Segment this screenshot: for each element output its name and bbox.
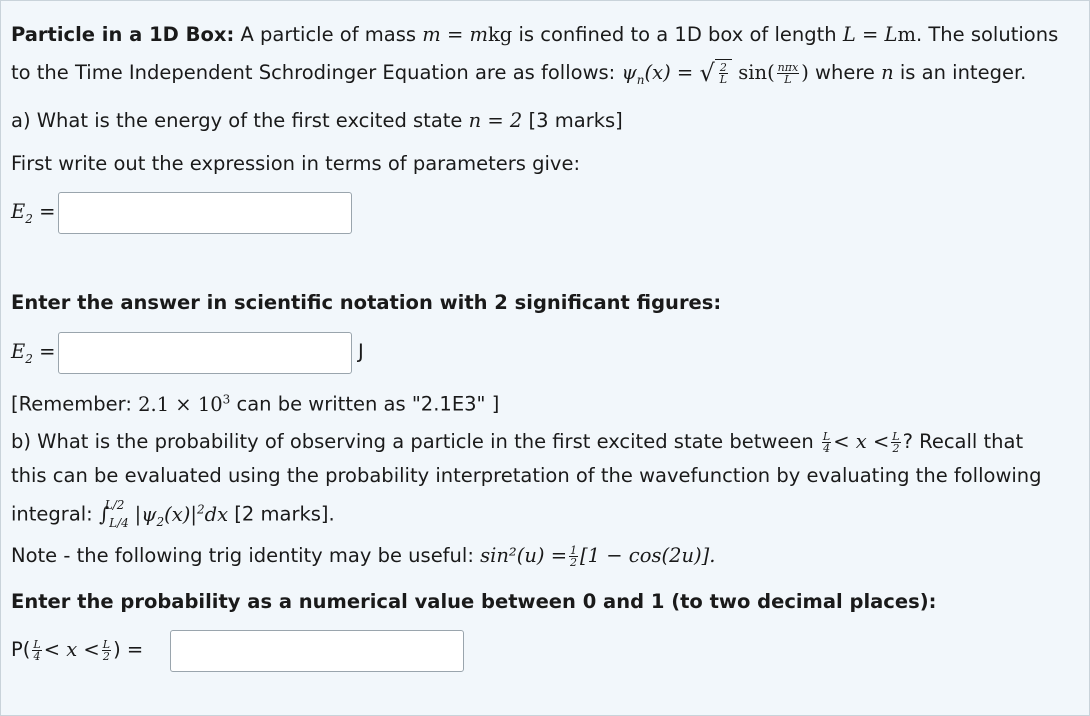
reminder-note: [Remember: 2.1 × 103 can be written as "…: [11, 386, 499, 418]
energy-answer-input[interactable]: [58, 332, 352, 374]
probability-instruction: Enter the probability as a numerical val…: [11, 589, 936, 615]
prob-label-post: ) =: [113, 638, 144, 661]
integral-expression: ∫L/4L/2 |ψ2(x)|2dx: [98, 498, 229, 531]
L-over-2-fraction: L2: [101, 638, 112, 663]
part-a-instruction: First write out the expression in terms …: [11, 152, 581, 175]
sin-function: sin(: [732, 61, 775, 84]
intro-text-1: A particle of mass: [240, 23, 417, 46]
part-b-integral-line: integral: ∫L/4L/2 |ψ2(x)|2dx [2 marks].: [11, 496, 335, 534]
reminder-post: can be written as "2.1E3" ]: [236, 392, 500, 416]
sqrt-icon: √: [699, 59, 715, 87]
expression-answer-input[interactable]: [58, 192, 352, 234]
less-than-x: < x <: [833, 430, 890, 453]
n-equals-2: n = 2: [468, 109, 523, 132]
intro-text-4: to the Time Independent Schrodinger Equa…: [11, 61, 616, 84]
intro-text-2: is confined to a 1D box of length: [518, 23, 837, 46]
intro-line-1: Particle in a 1D Box: A particle of mass…: [11, 22, 1058, 48]
one-half-fraction: 12: [569, 544, 579, 569]
part-b-line-2: this can be evaluated using the probabil…: [11, 464, 1042, 487]
e2-label-1: E2 =: [11, 199, 55, 232]
part-a-question: a) What is the energy of the first excit…: [11, 108, 623, 134]
L-over-4-fraction: L4: [32, 638, 42, 663]
equals-sign: =: [32, 340, 56, 363]
part-a-question-text: a) What is the energy of the first excit…: [11, 109, 463, 132]
L-over-4-fraction: L4: [821, 430, 832, 455]
probability-answer-input[interactable]: [170, 630, 464, 672]
less-than-x: < x <: [43, 638, 100, 661]
length-expression: L = L: [842, 23, 898, 46]
intro-line-2: to the Time Independent Schrodinger Equa…: [11, 58, 1026, 93]
equals-sign: =: [32, 200, 56, 223]
reminder-pre: [Remember:: [11, 392, 132, 416]
L-over-2-fraction: L2: [891, 430, 901, 455]
energy-unit: J: [358, 340, 364, 363]
sci-instruction-text: Enter the answer in scientific notation …: [11, 291, 722, 314]
wavefunction-expression: ψn(x) =: [621, 61, 700, 87]
part-b-question-post: ? Recall that: [902, 430, 1024, 453]
sqrt-content: 2L: [714, 59, 733, 86]
probability-label: P(L 4 < x < L 2) =: [11, 637, 143, 663]
sin-close-paren: ): [801, 61, 809, 84]
prob-label-pre: P(: [11, 638, 31, 661]
part-b-marks: [2 marks].: [234, 502, 335, 526]
note-text: Note - the following trig identity may b…: [11, 544, 474, 567]
part-a-marks: [3 marks]: [528, 109, 623, 132]
e2-label-2: E2 =: [11, 339, 55, 372]
mass-expression: m = m: [422, 23, 488, 46]
intro-text-6: is an integer.: [899, 61, 1027, 84]
length-unit: m: [897, 23, 916, 46]
integral-label: integral:: [11, 502, 93, 526]
note-math-2: [1 − cos(2u)].: [580, 544, 716, 567]
mass-unit: kg: [487, 23, 513, 46]
n-pi-x-over-L-fraction: nπx L: [776, 61, 800, 86]
two-over-L-fraction: 2L: [718, 61, 729, 86]
intro-text-5: where: [815, 61, 875, 84]
trig-note: Note - the following trig identity may b…: [11, 543, 715, 569]
reminder-math: 2.1 × 103: [138, 392, 231, 416]
intro-text-3: . The solutions: [915, 23, 1059, 46]
part-b-question-text: b) What is the probability of observing …: [11, 430, 814, 453]
part-b-question: b) What is the probability of observing …: [11, 429, 1023, 455]
intro-title: Particle in a 1D Box:: [11, 23, 235, 46]
e2-symbol: E2: [11, 340, 33, 366]
sci-notation-instruction: Enter the answer in scientific notation …: [11, 290, 721, 316]
e2-symbol: E2: [11, 200, 33, 226]
note-math: sin²(u) =: [480, 544, 568, 567]
n-variable: n: [881, 61, 894, 84]
prob-instruction-text: Enter the probability as a numerical val…: [11, 590, 937, 613]
